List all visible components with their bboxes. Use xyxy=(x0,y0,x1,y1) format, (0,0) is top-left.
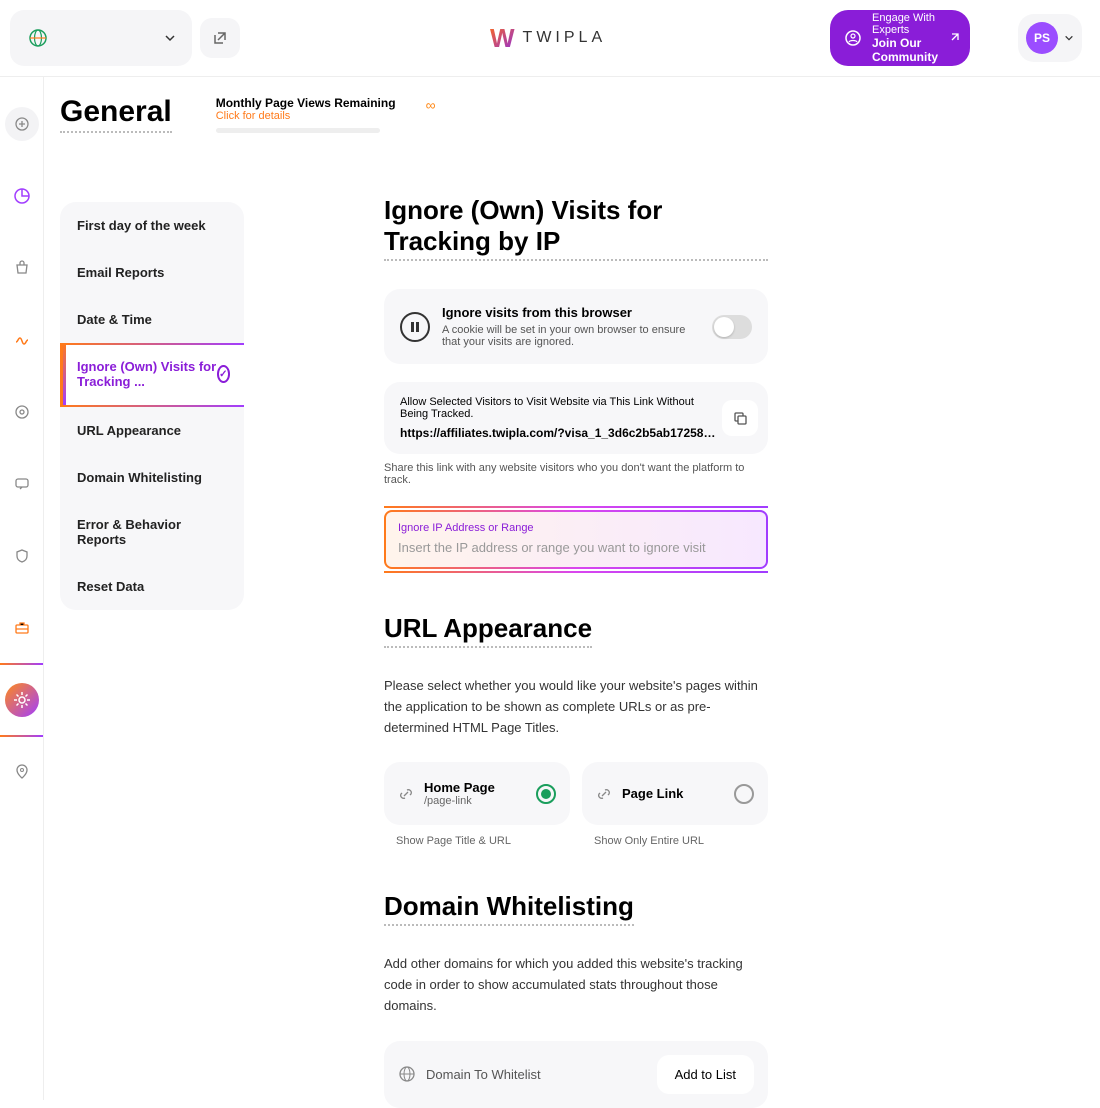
page-title: General xyxy=(60,95,172,133)
external-icon xyxy=(948,32,960,44)
ignore-browser-toggle[interactable] xyxy=(712,315,752,339)
domain-whitelist-card: Domain To Whitelist Add to List xyxy=(384,1041,768,1108)
external-link-button[interactable] xyxy=(200,18,240,58)
rail-location-icon[interactable] xyxy=(5,755,39,789)
copy-icon xyxy=(732,410,748,426)
rail-settings-icon[interactable] xyxy=(5,683,39,717)
rail-briefcase-icon[interactable] xyxy=(5,611,39,645)
community-icon xyxy=(844,29,862,47)
logo-mark-icon: W xyxy=(490,23,515,54)
tracking-link-url: https://affiliates.twipla.com/?visa_1_3d… xyxy=(400,426,718,440)
sidenav-item-email-reports[interactable]: Email Reports xyxy=(60,249,244,296)
tracking-link-hint: Share this link with any website visitor… xyxy=(384,462,768,486)
nav-rail xyxy=(0,77,44,1100)
rail-target-icon[interactable] xyxy=(5,395,39,429)
rail-chat-icon[interactable] xyxy=(5,467,39,501)
rail-shopping-icon[interactable] xyxy=(5,251,39,285)
chevron-down-icon xyxy=(1064,33,1074,43)
rail-shield-icon[interactable] xyxy=(5,539,39,573)
opt1-title: Home Page xyxy=(424,780,526,795)
rail-analytics-icon[interactable] xyxy=(5,179,39,213)
copy-link-button[interactable] xyxy=(722,400,758,436)
radio-selected[interactable] xyxy=(536,784,556,804)
ignore-browser-card: Ignore visits from this browser A cookie… xyxy=(384,289,768,364)
url-option-title-and-url[interactable]: Home Page /page-link xyxy=(384,762,570,825)
rail-activity-icon[interactable] xyxy=(5,323,39,357)
opt1-caption: Show Page Title & URL xyxy=(384,835,570,847)
ignore-ip-placeholder: Insert the IP address or range you want … xyxy=(398,540,754,555)
tracking-link-label: Allow Selected Visitors to Visit Website… xyxy=(400,396,718,420)
ignore-browser-title: Ignore visits from this browser xyxy=(442,305,700,320)
pvr-action: Click for details xyxy=(216,110,396,122)
pvr-label: Monthly Page Views Remaining xyxy=(216,96,396,110)
ignore-ip-label: Ignore IP Address or Range xyxy=(398,522,754,534)
sidenav-item-url-appearance[interactable]: URL Appearance xyxy=(60,407,244,454)
globe-icon xyxy=(398,1065,416,1083)
section-title-url: URL Appearance xyxy=(384,613,592,648)
url-option-entire-url[interactable]: Page Link xyxy=(582,762,768,825)
sidenav-item-domain-whitelisting[interactable]: Domain Whitelisting xyxy=(60,454,244,501)
pause-icon xyxy=(400,312,430,342)
brand-name: TWIPLA xyxy=(523,29,607,47)
section-title-domain: Domain Whitelisting xyxy=(384,891,634,926)
link-icon xyxy=(398,786,414,802)
ignore-ip-field[interactable]: Ignore IP Address or Range Insert the IP… xyxy=(384,510,768,569)
opt1-sub: /page-link xyxy=(424,795,526,807)
page-header: General Monthly Page Views Remaining Cli… xyxy=(60,95,436,133)
radio-unselected[interactable] xyxy=(734,784,754,804)
sidenav-item-date-time[interactable]: Date & Time xyxy=(60,296,244,343)
rail-add-icon[interactable] xyxy=(5,107,39,141)
community-line2: Join Our Community xyxy=(872,36,938,64)
topbar: W TWIPLA Engage With Experts Join Our Co… xyxy=(0,0,1100,77)
sidenav-item-ignore-visits[interactable]: Ignore (Own) Visits for Tracking ... ✓ xyxy=(60,343,244,407)
community-line1: Engage With Experts xyxy=(872,12,938,36)
opt2-caption: Show Only Entire URL xyxy=(582,835,768,847)
tracking-link-card: Allow Selected Visitors to Visit Website… xyxy=(384,382,768,454)
opt2-title: Page Link xyxy=(622,786,724,801)
main-content: Ignore (Own) Visits for Tracking by IP I… xyxy=(384,195,768,1108)
link-icon xyxy=(596,786,612,802)
avatar: PS xyxy=(1026,22,1058,54)
infinity-icon: ∞ xyxy=(426,97,436,113)
ignore-browser-desc: A cookie will be set in your own browser… xyxy=(442,324,700,348)
join-community-button[interactable]: Engage With Experts Join Our Community xyxy=(830,10,970,66)
user-menu[interactable]: PS xyxy=(1018,14,1082,62)
add-to-list-button[interactable]: Add to List xyxy=(657,1055,754,1094)
pvr-progress-bar xyxy=(216,128,380,133)
url-section-desc: Please select whether you would like you… xyxy=(384,676,768,738)
page-views-remaining[interactable]: Monthly Page Views Remaining Click for d… xyxy=(216,96,396,133)
check-circle-icon: ✓ xyxy=(217,365,230,383)
globe-icon xyxy=(26,26,50,50)
section-title-ignore: Ignore (Own) Visits for Tracking by IP xyxy=(384,195,768,261)
sidenav-item-first-day[interactable]: First day of the week xyxy=(60,202,244,249)
sidenav-item-error-reports[interactable]: Error & Behavior Reports xyxy=(60,501,244,563)
domain-input-placeholder[interactable]: Domain To Whitelist xyxy=(426,1067,647,1082)
domain-section-desc: Add other domains for which you added th… xyxy=(384,954,768,1016)
site-selector[interactable] xyxy=(10,10,192,66)
settings-sidenav: First day of the week Email Reports Date… xyxy=(60,202,244,610)
chevron-down-icon xyxy=(164,32,176,44)
brand-logo[interactable]: W TWIPLA xyxy=(490,23,606,54)
sidenav-item-reset-data[interactable]: Reset Data xyxy=(60,563,244,610)
